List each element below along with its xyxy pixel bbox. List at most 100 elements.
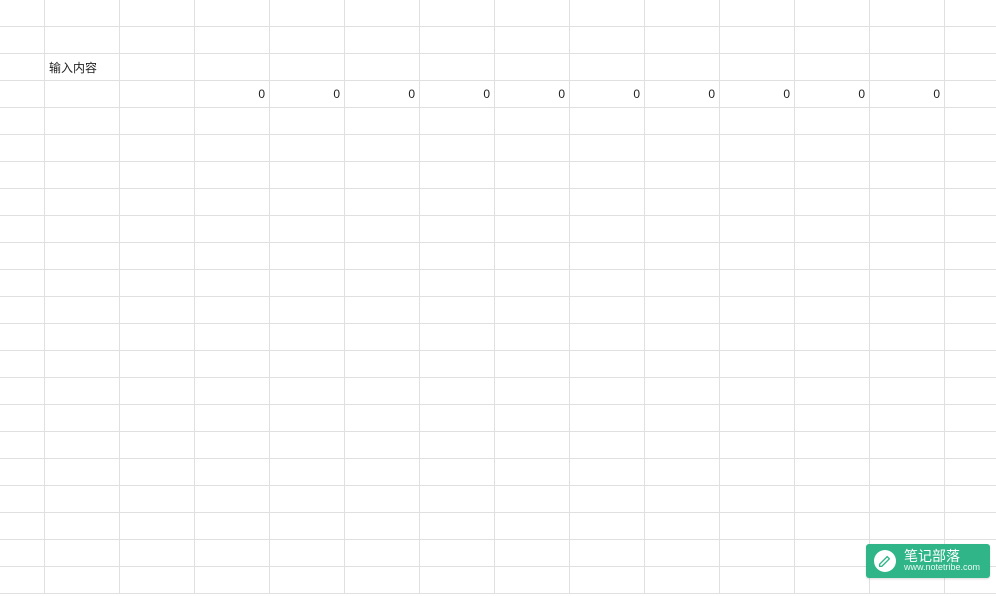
- cell[interactable]: [0, 567, 45, 594]
- cell[interactable]: [870, 162, 945, 189]
- cell[interactable]: [120, 297, 195, 324]
- cell[interactable]: [795, 27, 870, 54]
- cell[interactable]: [120, 216, 195, 243]
- cell[interactable]: [870, 405, 945, 432]
- cell[interactable]: [45, 216, 120, 243]
- cell[interactable]: [45, 513, 120, 540]
- cell[interactable]: [270, 162, 345, 189]
- cell[interactable]: [720, 459, 795, 486]
- cell[interactable]: [420, 189, 495, 216]
- cell[interactable]: [495, 27, 570, 54]
- cell[interactable]: [195, 0, 270, 27]
- cell[interactable]: [870, 54, 945, 81]
- cell[interactable]: [45, 351, 120, 378]
- cell[interactable]: [645, 0, 720, 27]
- cell[interactable]: [270, 405, 345, 432]
- cell[interactable]: [495, 162, 570, 189]
- cell[interactable]: [720, 405, 795, 432]
- zero-value-cell[interactable]: 0: [945, 81, 996, 108]
- cell[interactable]: [195, 486, 270, 513]
- cell[interactable]: [120, 486, 195, 513]
- cell[interactable]: [0, 378, 45, 405]
- cell[interactable]: [570, 189, 645, 216]
- cell[interactable]: [45, 81, 120, 108]
- cell[interactable]: [870, 324, 945, 351]
- cell[interactable]: [0, 459, 45, 486]
- cell[interactable]: [270, 189, 345, 216]
- cell[interactable]: [570, 540, 645, 567]
- cell[interactable]: [645, 567, 720, 594]
- cell[interactable]: [720, 324, 795, 351]
- cell[interactable]: [495, 189, 570, 216]
- cell[interactable]: [345, 432, 420, 459]
- cell[interactable]: [945, 189, 996, 216]
- cell[interactable]: [120, 540, 195, 567]
- cell[interactable]: [795, 351, 870, 378]
- cell[interactable]: [720, 540, 795, 567]
- cell[interactable]: [120, 351, 195, 378]
- cell[interactable]: [720, 513, 795, 540]
- cell[interactable]: [870, 432, 945, 459]
- cell[interactable]: [795, 108, 870, 135]
- cell[interactable]: [420, 270, 495, 297]
- cell[interactable]: [570, 405, 645, 432]
- cell[interactable]: [195, 108, 270, 135]
- cell[interactable]: [195, 243, 270, 270]
- cell[interactable]: [345, 540, 420, 567]
- cell[interactable]: [270, 54, 345, 81]
- cell[interactable]: [0, 216, 45, 243]
- cell[interactable]: [795, 540, 870, 567]
- cell[interactable]: [270, 351, 345, 378]
- cell[interactable]: [120, 0, 195, 27]
- cell[interactable]: [945, 108, 996, 135]
- cell[interactable]: [570, 0, 645, 27]
- cell[interactable]: [195, 378, 270, 405]
- cell[interactable]: [570, 459, 645, 486]
- cell[interactable]: [945, 351, 996, 378]
- cell[interactable]: [870, 135, 945, 162]
- zero-value-cell[interactable]: 0: [495, 81, 570, 108]
- cell[interactable]: [570, 513, 645, 540]
- cell[interactable]: [45, 270, 120, 297]
- cell[interactable]: [795, 324, 870, 351]
- cell[interactable]: [945, 54, 996, 81]
- cell[interactable]: [495, 54, 570, 81]
- cell[interactable]: [795, 378, 870, 405]
- cell[interactable]: [345, 243, 420, 270]
- cell[interactable]: [645, 432, 720, 459]
- cell[interactable]: [45, 108, 120, 135]
- cell[interactable]: [270, 27, 345, 54]
- cell[interactable]: [0, 297, 45, 324]
- cell[interactable]: [195, 459, 270, 486]
- cell[interactable]: [345, 270, 420, 297]
- cell[interactable]: [645, 135, 720, 162]
- cell[interactable]: [45, 27, 120, 54]
- zero-value-cell[interactable]: 0: [795, 81, 870, 108]
- cell[interactable]: [795, 54, 870, 81]
- cell[interactable]: [720, 378, 795, 405]
- cell[interactable]: [0, 540, 45, 567]
- cell[interactable]: [645, 297, 720, 324]
- cell[interactable]: [45, 378, 120, 405]
- cell[interactable]: [345, 486, 420, 513]
- cell[interactable]: [945, 27, 996, 54]
- cell[interactable]: [645, 54, 720, 81]
- zero-value-cell[interactable]: 0: [270, 81, 345, 108]
- cell[interactable]: [945, 378, 996, 405]
- cell[interactable]: [270, 513, 345, 540]
- cell[interactable]: [420, 567, 495, 594]
- cell[interactable]: [45, 405, 120, 432]
- cell[interactable]: [570, 567, 645, 594]
- cell[interactable]: [120, 135, 195, 162]
- cell[interactable]: [795, 243, 870, 270]
- cell[interactable]: [795, 513, 870, 540]
- cell[interactable]: [0, 243, 45, 270]
- cell[interactable]: [120, 270, 195, 297]
- cell[interactable]: [870, 27, 945, 54]
- cell[interactable]: [795, 405, 870, 432]
- cell[interactable]: [495, 324, 570, 351]
- cell[interactable]: [945, 324, 996, 351]
- cell[interactable]: [420, 324, 495, 351]
- cell[interactable]: [795, 567, 870, 594]
- cell[interactable]: [495, 567, 570, 594]
